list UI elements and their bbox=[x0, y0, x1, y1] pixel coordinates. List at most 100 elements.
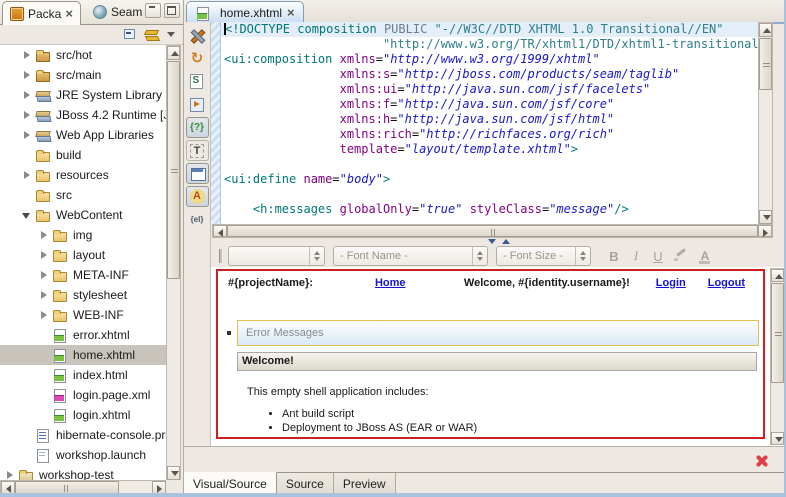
code-line[interactable]: <ui:composition xmlns="http://www.w3.org… bbox=[221, 52, 758, 67]
preferences-icon[interactable] bbox=[186, 25, 209, 46]
login-link[interactable]: Login bbox=[656, 277, 686, 289]
foreground-color-icon[interactable] bbox=[673, 249, 689, 263]
show-text-formatting-icon[interactable]: T bbox=[186, 140, 209, 161]
bold-button[interactable]: B bbox=[603, 249, 625, 264]
visual-scroll-thumb[interactable] bbox=[771, 283, 784, 383]
expander-collapsed-icon[interactable] bbox=[38, 308, 50, 322]
tree-item-src-hot[interactable]: src/hot bbox=[0, 45, 166, 65]
tab-visual-source[interactable]: Visual/Source bbox=[184, 472, 277, 494]
expander-collapsed-icon[interactable] bbox=[21, 48, 33, 62]
code-line[interactable]: xmlns:h="http://java.sun.com/jsf/html" bbox=[221, 112, 758, 127]
code-line[interactable]: "http://www.w3.org/TR/xhtml1/DTD/xhtml1-… bbox=[221, 37, 758, 52]
scroll-up-icon[interactable] bbox=[771, 269, 784, 282]
tree-item-resources[interactable]: resources bbox=[0, 165, 166, 185]
splitter-down-icon[interactable] bbox=[488, 239, 496, 244]
editor-tab-home-xhtml[interactable]: home.xhtml × bbox=[186, 1, 304, 23]
tree-item-img[interactable]: img bbox=[0, 225, 166, 245]
tab-source[interactable]: Source bbox=[277, 473, 334, 494]
close-icon[interactable]: × bbox=[287, 8, 295, 18]
splitter-up-icon[interactable] bbox=[502, 239, 510, 244]
tree-item-layout[interactable]: layout bbox=[0, 245, 166, 265]
tab-preview[interactable]: Preview bbox=[334, 473, 396, 494]
refresh-icon[interactable]: ↻ bbox=[186, 48, 209, 69]
logout-link[interactable]: Logout bbox=[708, 277, 745, 289]
tab-seam[interactable]: Seam bbox=[86, 1, 149, 23]
toolbar-grip[interactable] bbox=[219, 249, 222, 263]
close-icon[interactable]: × bbox=[65, 9, 73, 19]
tree-item-home-xhtml[interactable]: home.xhtml bbox=[0, 345, 166, 365]
home-link[interactable]: Home bbox=[375, 277, 406, 289]
tree-item-stylesheet[interactable]: stylesheet bbox=[0, 285, 166, 305]
code-line[interactable]: <ui:define name="body"> bbox=[221, 172, 758, 187]
show-el-expressions-icon[interactable]: {el} bbox=[186, 209, 209, 230]
tree-item-hibernate-console-prop[interactable]: hibernate-console.prop bbox=[0, 425, 166, 445]
tree-item-jre-system-library-jd[interactable]: JRE System Library [jd bbox=[0, 85, 166, 105]
tree-vertical-scrollbar[interactable] bbox=[166, 45, 181, 480]
font-name-select[interactable]: - Font Name - bbox=[333, 246, 488, 266]
tree-item-login-xhtml[interactable]: login.xhtml bbox=[0, 405, 166, 425]
show-selection-bar-icon[interactable] bbox=[186, 163, 209, 184]
collapse-all-icon[interactable] bbox=[122, 28, 136, 40]
code-line[interactable]: template="layout/template.xhtml"> bbox=[221, 142, 758, 157]
scroll-down-icon[interactable] bbox=[167, 466, 180, 480]
source-hscroll-thumb[interactable] bbox=[227, 225, 758, 237]
expander-collapsed-icon[interactable] bbox=[21, 88, 33, 102]
tab-package-explorer[interactable]: Packa × bbox=[2, 1, 81, 25]
source-scroll-thumb[interactable] bbox=[759, 38, 772, 90]
underline-button[interactable]: U bbox=[647, 249, 669, 264]
expander-collapsed-icon[interactable] bbox=[21, 68, 33, 82]
externalize-strings-icon[interactable] bbox=[186, 94, 209, 115]
spinner-icon[interactable] bbox=[472, 247, 487, 265]
tree-scroll-thumb[interactable] bbox=[167, 61, 180, 279]
show-bundles-as-el-icon[interactable]: A bbox=[186, 186, 209, 207]
code-line[interactable]: <!DOCTYPE composition PUBLIC "-//W3C//DT… bbox=[221, 22, 758, 37]
expander-collapsed-icon[interactable] bbox=[21, 168, 33, 182]
scroll-up-icon[interactable] bbox=[759, 23, 772, 37]
tree-item-workshop-test[interactable]: workshop-test bbox=[0, 465, 166, 480]
code-line[interactable]: <h:messages globalOnly="true" styleClass… bbox=[221, 202, 758, 217]
code-line[interactable]: xmlns:ui="http://java.sun.com/jsf/facele… bbox=[221, 82, 758, 97]
expander-collapsed-icon[interactable] bbox=[21, 108, 33, 122]
tree-item-webcontent[interactable]: WebContent bbox=[0, 205, 166, 225]
source-visual-splitter[interactable] bbox=[211, 238, 786, 245]
tree-item-web-app-libraries[interactable]: Web App Libraries bbox=[0, 125, 166, 145]
selected-element-outline[interactable]: #{projectName}: Home Welcome, #{identity… bbox=[216, 269, 765, 439]
expander-collapsed-icon[interactable] bbox=[38, 228, 50, 242]
tree-item-build[interactable]: build bbox=[0, 145, 166, 165]
font-size-select[interactable]: - Font Size - bbox=[496, 246, 591, 266]
view-menu-icon[interactable] bbox=[167, 32, 175, 37]
visual-vertical-scrollbar[interactable] bbox=[770, 268, 785, 445]
link-with-editor-icon[interactable] bbox=[144, 28, 159, 41]
scroll-right-icon[interactable] bbox=[758, 225, 772, 237]
expander-expanded-icon[interactable] bbox=[21, 208, 33, 222]
scroll-down-icon[interactable] bbox=[759, 210, 772, 224]
tree-item-jboss-4-2-runtime-jbo[interactable]: JBoss 4.2 Runtime [JBo bbox=[0, 105, 166, 125]
scroll-down-icon[interactable] bbox=[771, 432, 784, 445]
code-line[interactable]: xmlns:f="http://java.sun.com/jsf/core" bbox=[221, 97, 758, 112]
tree-item-src-main[interactable]: src/main bbox=[0, 65, 166, 85]
source-vertical-scrollbar[interactable] bbox=[758, 22, 773, 224]
maximize-view-button[interactable] bbox=[164, 3, 180, 18]
italic-button[interactable]: I bbox=[625, 248, 647, 264]
source-editor[interactable]: <!DOCTYPE composition PUBLIC "-//W3C//DT… bbox=[221, 22, 758, 224]
font-color-icon[interactable]: A bbox=[695, 249, 715, 263]
expander-collapsed-icon[interactable] bbox=[38, 248, 50, 262]
block-format-select[interactable] bbox=[228, 246, 325, 266]
spinner-icon[interactable] bbox=[309, 247, 324, 265]
page-design-options-icon[interactable] bbox=[186, 71, 209, 92]
show-non-visual-tags-icon[interactable]: {?} bbox=[186, 117, 209, 138]
source-horizontal-scrollbar[interactable] bbox=[212, 224, 773, 238]
expander-collapsed-icon[interactable] bbox=[38, 288, 50, 302]
expander-collapsed-icon[interactable] bbox=[38, 268, 50, 282]
code-line[interactable] bbox=[221, 157, 758, 172]
tree-item-error-xhtml[interactable]: error.xhtml bbox=[0, 325, 166, 345]
expander-collapsed-icon[interactable] bbox=[4, 468, 16, 480]
spinner-icon[interactable] bbox=[575, 247, 590, 265]
tree-item-workshop-launch[interactable]: workshop.launch bbox=[0, 445, 166, 465]
minimize-view-button[interactable] bbox=[145, 3, 161, 18]
scroll-left-icon[interactable] bbox=[213, 225, 227, 237]
scroll-up-icon[interactable] bbox=[167, 46, 180, 60]
expander-collapsed-icon[interactable] bbox=[21, 128, 33, 142]
close-selection-bar-icon[interactable] bbox=[756, 455, 768, 467]
tree-item-login-page-xml[interactable]: login.page.xml bbox=[0, 385, 166, 405]
